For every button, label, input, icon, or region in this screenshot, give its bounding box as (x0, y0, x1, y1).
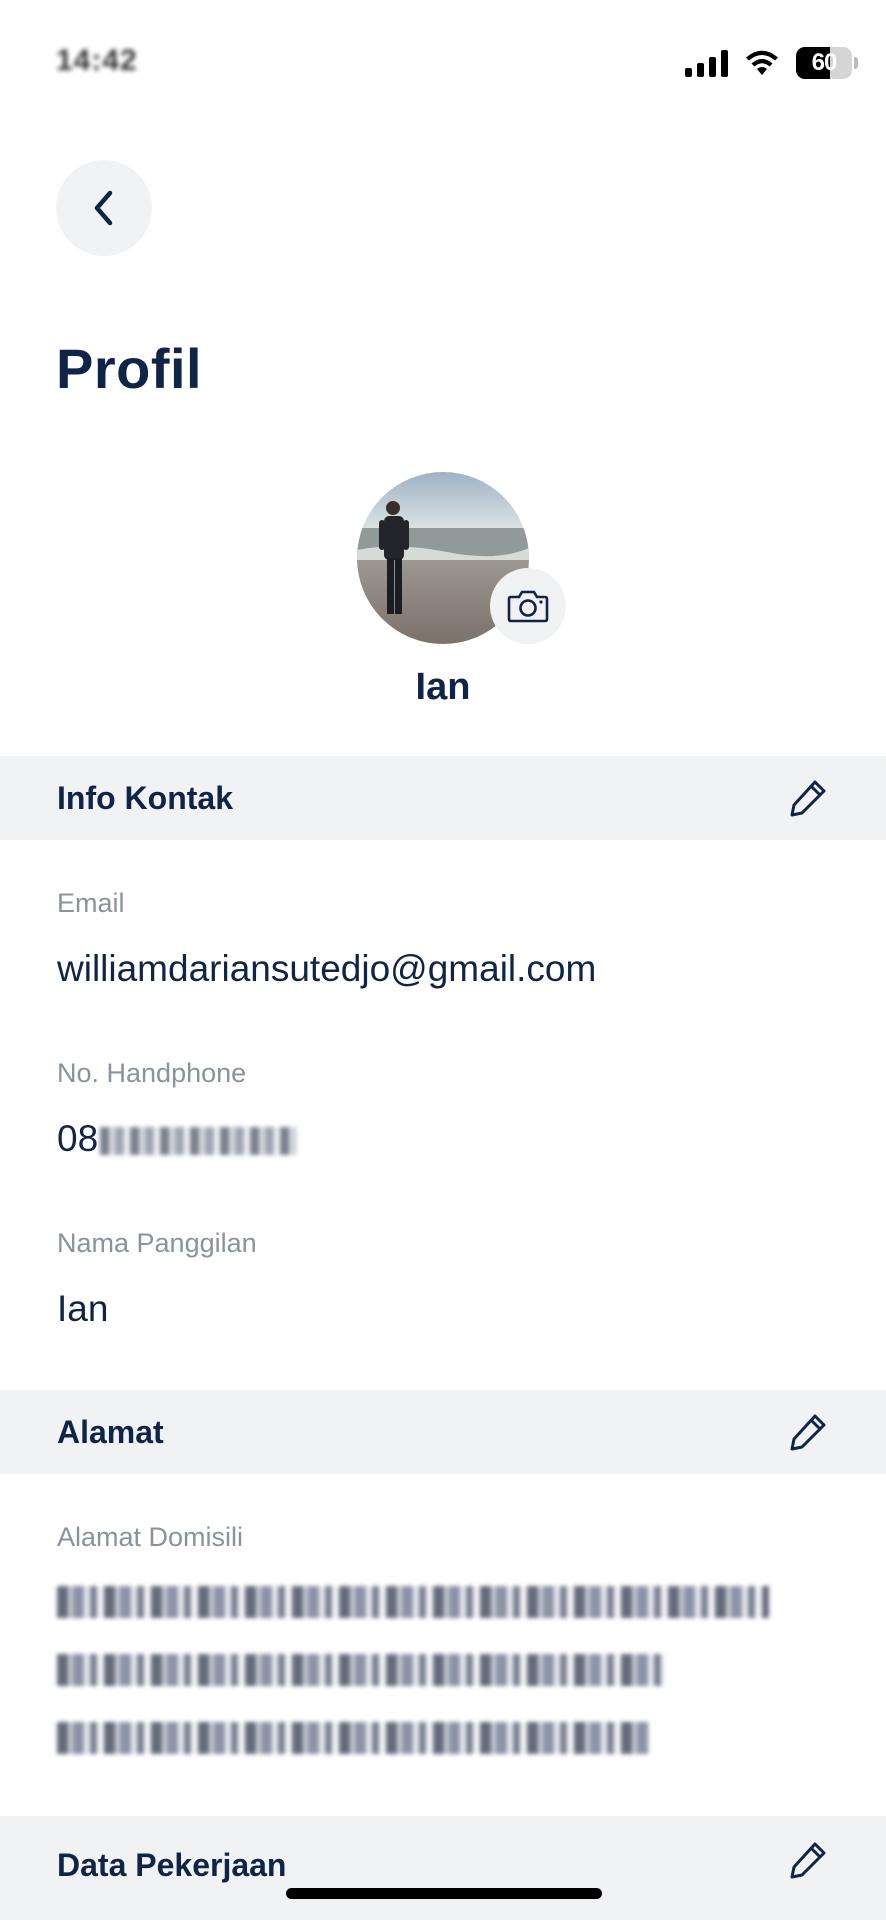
status-bar: 14:42 60 (0, 0, 886, 120)
address-redacted-line-1 (57, 1586, 769, 1618)
phone-label: No. Handphone (57, 1058, 247, 1088)
status-icons: 60 (685, 46, 858, 80)
address-redacted-line-3 (57, 1722, 649, 1754)
pencil-icon (790, 1842, 826, 1879)
section-header-address: Alamat (0, 1390, 886, 1474)
section-header-job: Data Pekerjaan (0, 1816, 886, 1920)
edit-job-button[interactable] (786, 1838, 830, 1882)
profile-name: Ian (415, 666, 471, 708)
section-title-contact: Info Kontak (57, 779, 233, 816)
email-value: williamdariansutedjo@gmail.com (57, 948, 597, 989)
section-header-contact: Info Kontak (0, 756, 886, 840)
edit-contact-button[interactable] (786, 776, 830, 820)
wifi-icon (746, 50, 778, 75)
battery-tip (854, 57, 858, 69)
camera-icon (507, 590, 549, 623)
pencil-icon (790, 780, 826, 817)
phone-redacted (100, 1127, 297, 1156)
nickname-value: Ian (57, 1288, 109, 1329)
page-title: Profil (56, 337, 203, 400)
pencil-icon (790, 1414, 826, 1451)
phone-prefix: 08 (57, 1118, 99, 1159)
battery-icon: 60 (796, 47, 852, 79)
section-title-address: Alamat (57, 1413, 164, 1450)
chevron-left-icon (94, 190, 113, 226)
address-label: Alamat Domisili (57, 1522, 244, 1552)
battery-percent: 60 (811, 49, 838, 76)
cellular-signal-icon (685, 49, 728, 77)
phone-value: 08 (57, 1118, 297, 1160)
email-label: Email (57, 888, 125, 918)
home-indicator[interactable] (286, 1888, 602, 1899)
section-title-job: Data Pekerjaan (57, 1846, 287, 1883)
profile-screen: 14:42 60 Profil Ian Info Kontak Email wi… (0, 0, 886, 1920)
back-button[interactable] (56, 160, 152, 256)
status-time: 14:42 (56, 44, 138, 77)
edit-address-button[interactable] (786, 1410, 830, 1454)
change-photo-button[interactable] (490, 568, 566, 644)
address-redacted-line-2 (57, 1654, 667, 1686)
nickname-label: Nama Panggilan (57, 1228, 257, 1258)
